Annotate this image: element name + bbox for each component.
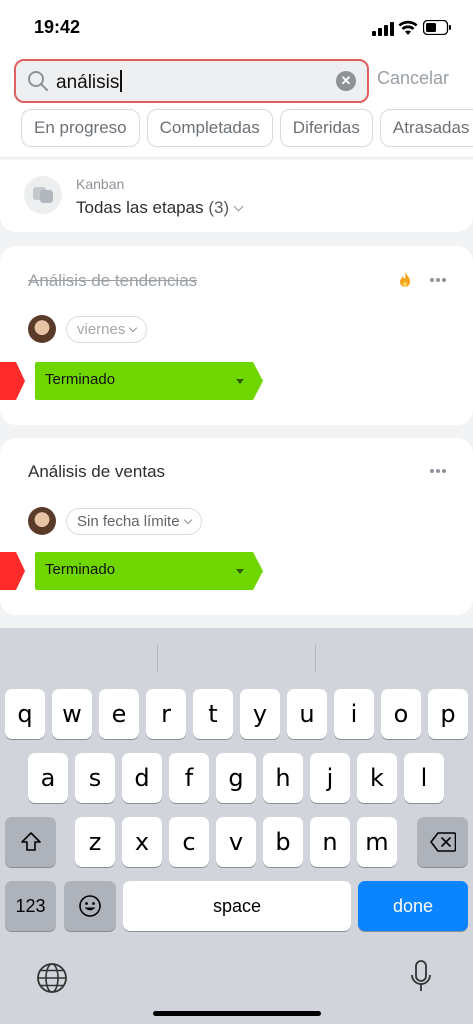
stage-label: Terminado xyxy=(45,371,116,388)
status-time: 19:42 xyxy=(34,17,81,37)
key-m[interactable]: m xyxy=(357,817,397,867)
task-title[interactable]: Análisis de tendencias xyxy=(28,271,197,291)
microphone-icon[interactable] xyxy=(410,960,432,994)
chevron-down-icon xyxy=(233,201,244,212)
filter-chip-in-progress[interactable]: En progreso xyxy=(21,109,140,147)
home-indicator xyxy=(153,1011,321,1016)
suggestion-divider xyxy=(157,644,158,672)
task-card[interactable]: Análisis de ventas Sin fecha límite Term… xyxy=(0,438,473,615)
key-d[interactable]: d xyxy=(122,753,162,803)
emoji-key[interactable] xyxy=(64,881,116,931)
kanban-stage-count: (3) xyxy=(208,198,230,217)
key-f[interactable]: f xyxy=(169,753,209,803)
key-s[interactable]: s xyxy=(75,753,115,803)
stage-label: Terminado xyxy=(45,561,116,578)
kanban-stage-label: Todas las etapas xyxy=(76,198,204,217)
cancel-button[interactable]: Cancelar xyxy=(377,68,449,89)
deadline-label: Sin fecha límite xyxy=(77,513,180,530)
key-w[interactable]: w xyxy=(52,689,92,739)
search-header: análisis ✕ Cancelar En progreso Completad… xyxy=(0,54,473,158)
key-t[interactable]: t xyxy=(193,689,233,739)
kanban-stage-selector[interactable]: Kanban Todas las etapas (3) xyxy=(0,160,473,232)
key-h[interactable]: h xyxy=(263,753,303,803)
wifi-icon xyxy=(398,20,418,35)
suggestion-divider xyxy=(315,644,316,672)
key-x[interactable]: x xyxy=(122,817,162,867)
task-card[interactable]: Análisis de tendencias viernes Terminado xyxy=(0,246,473,425)
deadline-dropdown[interactable]: Sin fecha límite xyxy=(66,508,202,535)
key-p[interactable]: p xyxy=(428,689,468,739)
key-c[interactable]: c xyxy=(169,817,209,867)
key-o[interactable]: o xyxy=(381,689,421,739)
key-r[interactable]: r xyxy=(146,689,186,739)
key-v[interactable]: v xyxy=(216,817,256,867)
battery-icon xyxy=(423,20,451,35)
stage-dropdown[interactable]: Terminado xyxy=(35,362,263,400)
done-key[interactable]: done xyxy=(358,881,468,931)
keyboard: q w e r t y u i o p a s d f g h j k l z … xyxy=(0,628,473,1024)
search-input[interactable]: análisis ✕ xyxy=(14,59,369,103)
filter-chip-overdue[interactable]: Atrasadas xyxy=(379,109,473,147)
key-a[interactable]: a xyxy=(28,753,68,803)
shift-key[interactable] xyxy=(5,817,56,867)
key-z[interactable]: z xyxy=(75,817,115,867)
task-title[interactable]: Análisis de ventas xyxy=(28,462,165,482)
chevron-down-icon xyxy=(183,515,192,525)
filter-chips: En progreso Completadas Diferidas Atrasadas xyxy=(21,109,473,147)
space-key[interactable]: space xyxy=(123,881,351,931)
priority-flag xyxy=(0,362,25,400)
avatar[interactable] xyxy=(28,507,56,535)
key-y[interactable]: y xyxy=(240,689,280,739)
key-i[interactable]: i xyxy=(334,689,374,739)
more-options-icon[interactable] xyxy=(428,468,448,474)
cellular-signal-icon xyxy=(372,22,394,36)
backspace-icon xyxy=(429,832,456,852)
text-caret xyxy=(120,70,123,92)
priority-flag xyxy=(0,552,25,590)
search-query: análisis xyxy=(56,70,123,94)
filter-chip-deferred[interactable]: Diferidas xyxy=(279,109,373,147)
clear-search-icon[interactable]: ✕ xyxy=(336,71,356,91)
search-query-text: análisis xyxy=(56,72,120,93)
fire-icon xyxy=(400,272,410,287)
more-options-icon[interactable] xyxy=(428,277,448,283)
emoji-icon xyxy=(79,895,101,917)
backspace-key[interactable] xyxy=(417,817,468,867)
deadline-label: viernes xyxy=(77,321,126,338)
deadline-dropdown[interactable]: viernes xyxy=(66,316,148,343)
filter-chip-completed[interactable]: Completadas xyxy=(146,109,273,147)
numbers-key[interactable]: 123 xyxy=(5,881,56,931)
status-bar: 19:42 xyxy=(0,0,473,54)
caret-down-icon xyxy=(236,569,244,574)
key-e[interactable]: e xyxy=(99,689,139,739)
globe-icon[interactable] xyxy=(36,962,68,994)
shift-icon xyxy=(20,832,41,851)
kanban-icon xyxy=(24,176,62,214)
key-n[interactable]: n xyxy=(310,817,350,867)
caret-down-icon xyxy=(236,379,244,384)
stage-dropdown[interactable]: Terminado xyxy=(35,552,263,590)
key-u[interactable]: u xyxy=(287,689,327,739)
avatar[interactable] xyxy=(28,315,56,343)
chevron-down-icon xyxy=(129,323,138,333)
key-l[interactable]: l xyxy=(404,753,444,803)
key-k[interactable]: k xyxy=(357,753,397,803)
key-b[interactable]: b xyxy=(263,817,303,867)
kanban-stage-dropdown[interactable]: Todas las etapas (3) xyxy=(76,198,244,218)
key-q[interactable]: q xyxy=(5,689,45,739)
key-j[interactable]: j xyxy=(310,753,350,803)
key-g[interactable]: g xyxy=(216,753,256,803)
kanban-label: Kanban xyxy=(76,176,125,192)
search-icon xyxy=(28,71,48,91)
